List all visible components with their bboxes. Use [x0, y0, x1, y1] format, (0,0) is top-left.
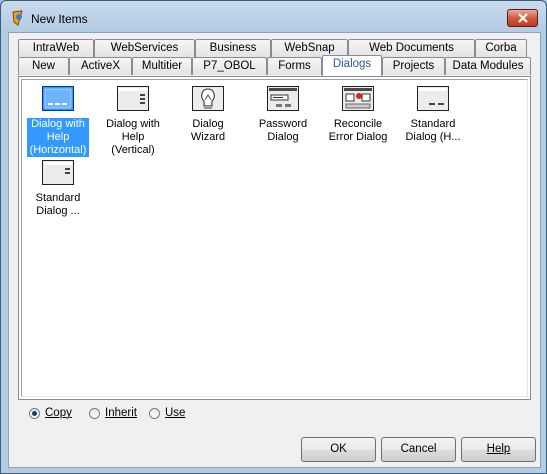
tab-intraweb[interactable]: IntraWeb [18, 39, 94, 57]
close-icon [518, 13, 528, 23]
use-label: Use [165, 407, 186, 419]
item-dialog-wizard[interactable]: Dialog Wizard [177, 86, 239, 144]
tab-forms[interactable]: Forms [267, 57, 322, 75]
lightbulb-icon [192, 86, 224, 112]
new-items-dialog: New Items IntraWeb WebServices Business … [0, 0, 547, 474]
dialog-help-horizontal-icon [42, 86, 74, 112]
standard-dialog-icon [42, 160, 74, 186]
ok-button[interactable]: OK [301, 437, 376, 462]
help-button[interactable]: Help [461, 437, 536, 462]
standard-dialog-h-icon [417, 86, 449, 112]
item-label: Reconcile Error Dialog [328, 118, 388, 143]
item-password-dialog[interactable]: Password Dialog [252, 86, 314, 144]
item-label: Dialog Wizard [190, 118, 226, 143]
close-button[interactable] [507, 9, 538, 27]
tab-p7-obol[interactable]: P7_OBOL [192, 57, 267, 75]
items-listview[interactable]: Dialog with Help (Horizontal) Dialog wit… [21, 79, 528, 397]
dialog-help-vertical-icon [117, 86, 149, 112]
items-panel: Dialog with Help (Horizontal) Dialog wit… [18, 76, 531, 400]
item-label: Standard Dialog (H... [405, 118, 461, 143]
help-label: Help [486, 443, 511, 455]
tab-activex[interactable]: ActiveX [69, 57, 132, 75]
item-label: Dialog with Help (Vertical) [106, 118, 160, 156]
reconcile-error-icon [342, 86, 374, 112]
tab-data-modules[interactable]: Data Modules [445, 57, 531, 75]
password-dialog-icon [267, 86, 299, 112]
tab-corba[interactable]: Corba [475, 39, 527, 57]
item-label: Standard Dialog ... [35, 192, 81, 217]
item-standard-dialog-h[interactable]: Standard Dialog (H... [402, 86, 464, 144]
item-label: Password Dialog [258, 118, 308, 143]
item-reconcile-error-dialog[interactable]: Reconcile Error Dialog [327, 86, 389, 144]
cancel-button[interactable]: Cancel [381, 437, 456, 462]
copy-radio[interactable] [29, 408, 40, 419]
inherit-label: Inherit [105, 407, 137, 419]
item-label: Dialog with Help (Horizontal) [27, 118, 89, 157]
item-standard-dialog[interactable]: Standard Dialog ... [27, 160, 89, 218]
copy-label: Copy [45, 407, 72, 419]
window-title: New Items [31, 12, 88, 26]
tab-multitier[interactable]: Multitier [132, 57, 192, 75]
dialog-client: IntraWeb WebServices Business WebSnap We… [8, 32, 541, 468]
tab-webservices[interactable]: WebServices [94, 39, 195, 57]
use-radio[interactable] [149, 408, 160, 419]
item-dialog-with-help-horizontal[interactable]: Dialog with Help (Horizontal) [27, 86, 89, 157]
inherit-radio[interactable] [89, 408, 100, 419]
title-bar[interactable]: New Items [1, 1, 546, 35]
delphi-app-icon [10, 10, 26, 26]
item-dialog-with-help-vertical[interactable]: Dialog with Help (Vertical) [102, 86, 164, 157]
tab-projects[interactable]: Projects [382, 57, 445, 75]
tab-dialogs[interactable]: Dialogs [322, 55, 382, 76]
tab-business[interactable]: Business [195, 39, 271, 57]
tab-new[interactable]: New [18, 57, 69, 75]
